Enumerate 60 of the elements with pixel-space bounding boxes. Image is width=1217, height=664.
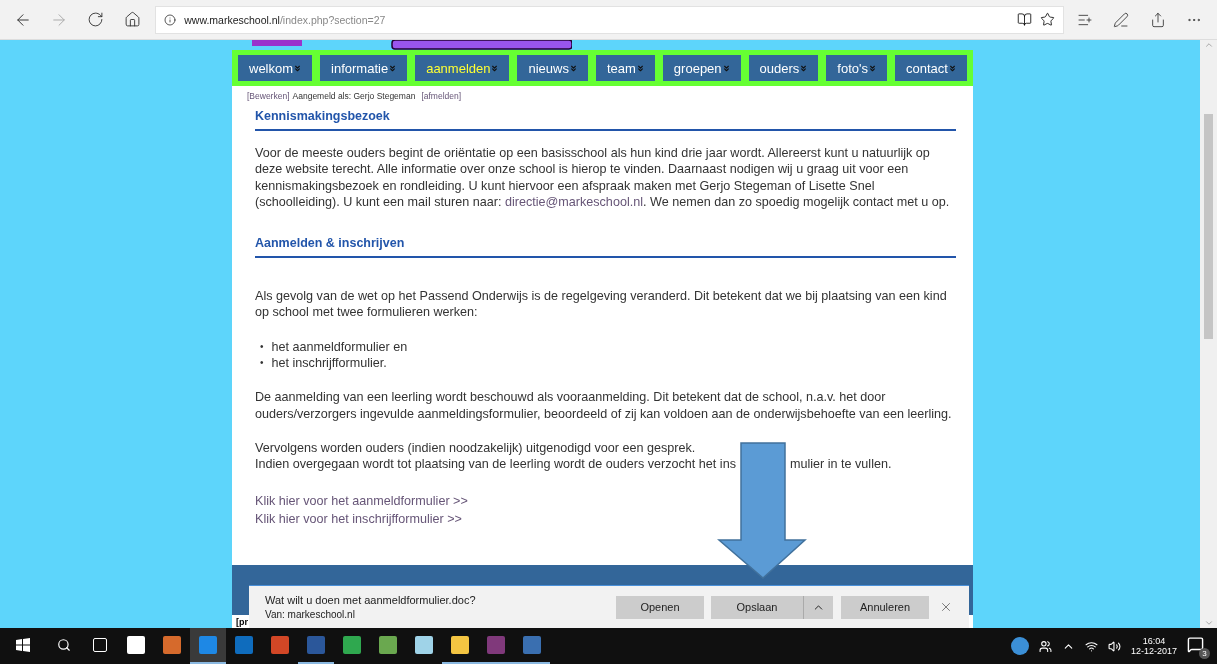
list-item: het aanmeldformulier en — [271, 338, 408, 356]
nav-tab[interactable]: foto's — [826, 55, 887, 81]
nav-tab[interactable]: aanmelden — [415, 55, 510, 81]
section-heading: Aanmelden & inschrijven — [255, 228, 956, 259]
share-icon[interactable] — [1149, 11, 1166, 28]
text-line: mulier in te vullen. — [789, 456, 892, 473]
chevrons-down-icon — [568, 63, 578, 73]
bullet: • — [260, 339, 264, 354]
address-bar[interactable]: www.markeschool.nl/index.php?section=27 — [155, 5, 1064, 34]
edit-link[interactable]: [Bewerken] — [247, 91, 290, 101]
bullet: • — [260, 356, 264, 371]
chevrons-down-icon — [721, 63, 731, 73]
nav-tab[interactable]: informatie — [320, 55, 408, 81]
paragraph: Voor de meeste ouders begint de oriëntatie op een basisschool als hun kind drie jaar wordt. Allereerst kunt u natuurlijk op deze website terecht. Alle informatie over onze school is hierop te vinden. Daarnaast nodigen wij u graag uit voor een kennismakingsbezoek en rondleiding. U kunt hiervoor een afspraak maken met Gerjo Stegeman of Lisette Snel (schoolleiding). U kunt een mail sturen naar: directie@markeschool.nl. We nemen dan zo spoedig mogelijk contact met u op. — [255, 145, 951, 211]
nav-tab[interactable]: groepen — [662, 55, 741, 81]
chevrons-down-icon — [868, 63, 877, 73]
download-question: Wat wilt u doen met aanmeldformulier.doc? — [265, 594, 477, 606]
nav-tab[interactable]: contact — [895, 55, 967, 81]
star-icon[interactable] — [1039, 12, 1055, 27]
footer-text: [pr — [236, 617, 248, 627]
close-icon — [939, 600, 953, 614]
download-button[interactable]: Opslaan — [711, 595, 803, 619]
people-icon[interactable] — [1038, 639, 1052, 653]
info-icon — [164, 13, 177, 26]
wifi-icon[interactable] — [1084, 639, 1098, 653]
scroll-thumb[interactable] — [1204, 114, 1213, 339]
chevrons-down-icon — [947, 63, 957, 73]
text-line: Indien overgegaan wordt tot plaatsing van de leerling wordt de ouders verzocht het ins — [255, 456, 736, 473]
close-button[interactable] — [939, 600, 953, 614]
windows-logo-icon — [16, 638, 30, 652]
message-icon — [1187, 636, 1204, 653]
download-button[interactable]: Annuleren — [841, 595, 929, 619]
chevrons-down-icon — [490, 63, 500, 73]
nav-tab[interactable]: team — [595, 55, 655, 81]
email-link[interactable]: directie@markeschool.nl — [504, 194, 643, 209]
refresh-icon[interactable] — [87, 11, 105, 28]
login-status: Aangemeld als: Gerjo Stegeman — [292, 91, 416, 101]
nav-tab[interactable]: nieuws — [517, 55, 588, 81]
pen-icon[interactable] — [1113, 11, 1130, 28]
paragraph: De aanmelding van een leerling wordt beschouwd als vooraanmelding. Dit betekent dat de school, n.a.v. het door ouders/verzorgers ingevulde aanmeldingsformulier, beoordeeld of zij kan voldoen aan de onderwijsbehoefte van een leerling. — [255, 389, 953, 422]
reading-view-icon[interactable] — [1016, 12, 1032, 27]
list-item: het inschrijfformulier. — [271, 355, 387, 372]
nav-tab[interactable]: ouders — [748, 55, 819, 81]
volume-icon[interactable] — [1107, 639, 1121, 653]
chevrons-down-icon — [293, 63, 303, 73]
chevrons-down-icon — [635, 63, 645, 73]
download-button[interactable]: Openen — [616, 595, 704, 619]
download-source: Van: markeschool.nl — [265, 609, 356, 620]
clock[interactable]: 16:04 12-12-2017 — [1130, 636, 1177, 656]
section-heading: Kennismakingsbezoek — [255, 101, 956, 131]
chevrons-down-icon — [388, 63, 398, 73]
chevrons-down-icon — [799, 63, 809, 73]
search-icon — [57, 638, 71, 652]
form-link[interactable]: Klik hier voor het aanmeldformulier >> — [255, 493, 468, 508]
logout-link[interactable]: [afmelden] — [421, 91, 462, 101]
nav-tab[interactable]: welkom — [238, 55, 313, 81]
paragraph: Als gevolg van de wet op het Passend Onderwijs is de regelgeving veranderd. Dit betekent dat we bij plaatsing van een kind op school met twee formulieren werken: — [255, 288, 948, 321]
form-link[interactable]: Klik hier voor het inschrijfformulier >> — [255, 511, 462, 526]
home-icon[interactable] — [123, 11, 141, 28]
text-line: Vervolgens worden ouders (indien noodzakelijk) uitgenodigd voor een gesprek. — [255, 439, 696, 457]
